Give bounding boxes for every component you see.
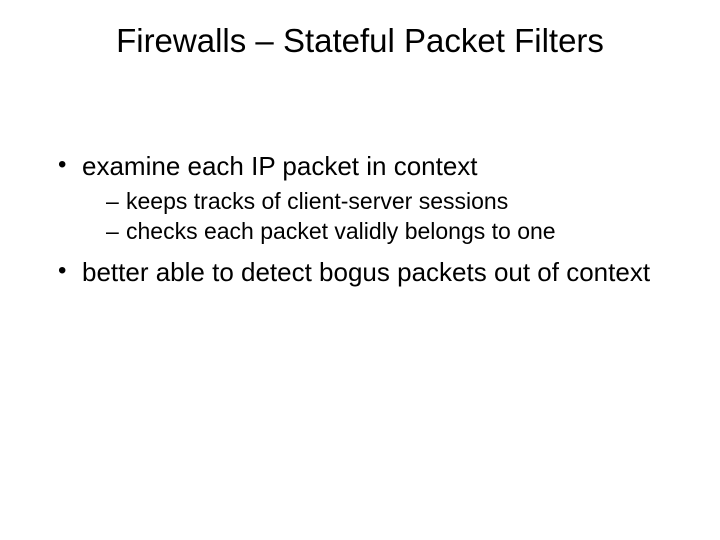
bullet-text: better able to detect bogus packets out … <box>82 257 650 287</box>
bullet-text: examine each IP packet in context <box>82 151 478 181</box>
slide-title: Firewalls – Stateful Packet Filters <box>0 22 720 60</box>
sub-bullet-item: checks each packet validly belongs to on… <box>106 217 680 246</box>
bullet-item: better able to detect bogus packets out … <box>58 256 680 289</box>
slide-body: examine each IP packet in context keeps … <box>58 150 680 299</box>
slide: Firewalls – Stateful Packet Filters exam… <box>0 0 720 540</box>
bullet-list: examine each IP packet in context keeps … <box>58 150 680 289</box>
sub-bullet-list: keeps tracks of client-server sessions c… <box>82 187 680 247</box>
sub-bullet-item: keeps tracks of client-server sessions <box>106 187 680 216</box>
bullet-item: examine each IP packet in context keeps … <box>58 150 680 246</box>
